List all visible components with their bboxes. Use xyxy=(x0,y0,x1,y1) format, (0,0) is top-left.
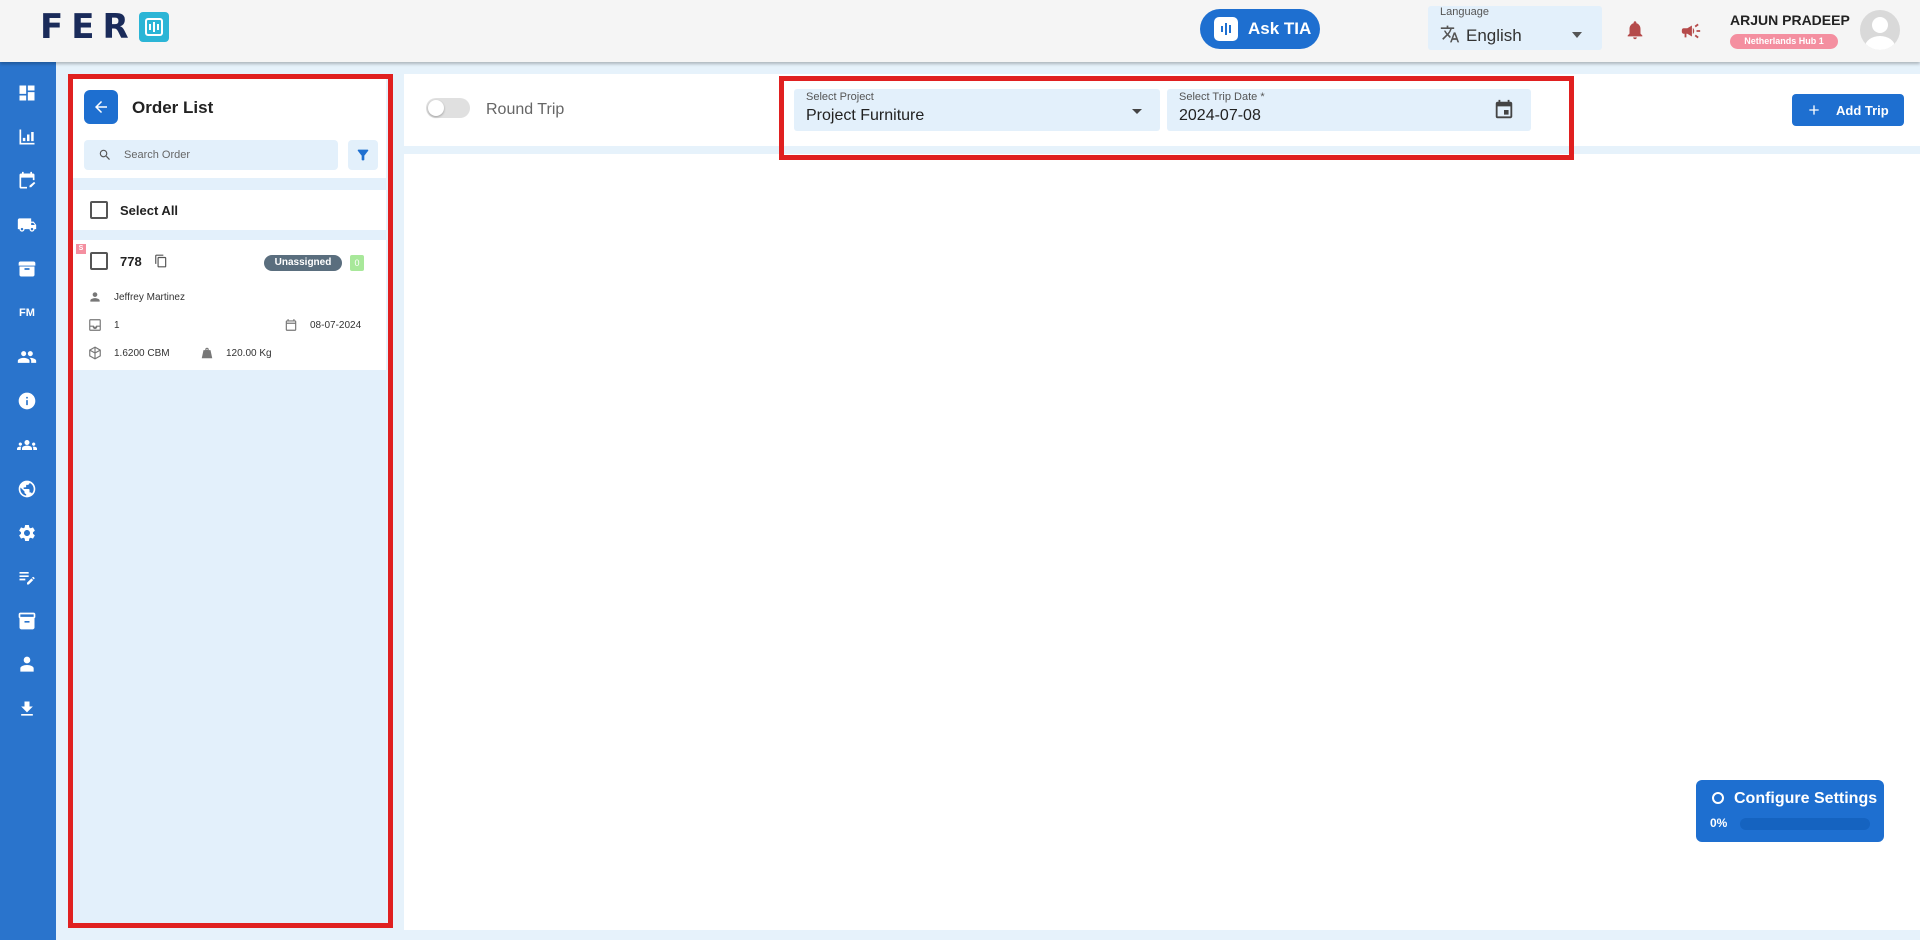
round-trip-toggle[interactable] xyxy=(426,98,470,118)
megaphone-icon[interactable] xyxy=(1678,20,1704,42)
add-trip-button[interactable]: Add Trip xyxy=(1792,94,1904,126)
archive-icon[interactable] xyxy=(16,258,38,280)
select-project-dropdown[interactable]: Select Project Project Furniture xyxy=(794,89,1160,131)
truck-icon[interactable] xyxy=(16,214,38,236)
add-trip-label: Add Trip xyxy=(1836,102,1889,118)
analytics-icon[interactable] xyxy=(16,126,38,148)
filter-button[interactable] xyxy=(348,140,378,170)
avatar[interactable] xyxy=(1860,10,1900,50)
tia-voice-icon xyxy=(1214,17,1238,41)
fm-nav-item[interactable]: FM xyxy=(16,302,38,324)
circle-icon xyxy=(1712,792,1724,804)
groups-icon[interactable] xyxy=(16,434,38,456)
dashboard-icon[interactable] xyxy=(16,82,38,104)
info-icon[interactable] xyxy=(16,390,38,412)
person-icon xyxy=(88,290,102,304)
ask-tia-button[interactable]: Ask TIA xyxy=(1200,9,1320,49)
configure-settings-widget[interactable]: Configure Settings 0% xyxy=(1696,780,1884,842)
inbox-icon xyxy=(88,318,102,332)
language-label: Language xyxy=(1440,6,1489,18)
top-header: FER Ask TIA Language English ARJUN PRADE… xyxy=(0,0,1920,62)
customer-name: Jeffrey Martinez xyxy=(114,292,185,303)
settings-icon[interactable] xyxy=(16,522,38,544)
copy-icon[interactable] xyxy=(154,254,168,273)
language-select[interactable]: Language English xyxy=(1428,6,1602,50)
order-id: 778 xyxy=(120,254,142,269)
calendar-edit-icon[interactable] xyxy=(16,170,38,192)
plus-icon xyxy=(1809,105,1819,115)
calendar-icon[interactable] xyxy=(1493,99,1515,126)
ask-tia-label: Ask TIA xyxy=(1248,19,1312,38)
order-checkbox[interactable] xyxy=(90,252,108,270)
order-volume: 1.6200 CBM xyxy=(114,348,170,359)
calendar-icon xyxy=(284,318,298,332)
order-list-title: Order List xyxy=(132,98,214,117)
side-nav: FM xyxy=(0,62,56,940)
logo-o-icon xyxy=(138,12,169,42)
user-name: ARJUN PRADEEP xyxy=(1730,12,1850,28)
search-icon xyxy=(98,148,112,167)
hub-badge: Netherlands Hub 1 xyxy=(1730,34,1838,49)
download-icon[interactable] xyxy=(16,698,38,720)
progress-percent: 0% xyxy=(1710,816,1728,830)
support-icon[interactable] xyxy=(16,478,38,500)
select-all-checkbox[interactable] xyxy=(90,201,108,219)
weight-icon xyxy=(200,346,214,360)
select-all-row[interactable]: Select All xyxy=(72,190,386,230)
order-quantity: 1 xyxy=(114,320,120,331)
inventory-icon[interactable] xyxy=(16,610,38,632)
count-badge: 0 xyxy=(350,255,364,271)
search-order-field[interactable] xyxy=(84,140,338,170)
trip-date-label: Select Trip Date * xyxy=(1179,91,1265,103)
status-badge: Unassigned xyxy=(264,255,342,271)
search-order-input[interactable] xyxy=(124,140,324,170)
order-weight: 120.00 Kg xyxy=(226,348,272,359)
edit-note-icon[interactable] xyxy=(16,566,38,588)
trip-date-field[interactable]: Select Trip Date * 2024-07-08 xyxy=(1167,89,1531,131)
logo-text: FER xyxy=(40,7,137,47)
bell-icon[interactable] xyxy=(1624,18,1646,42)
order-date: 08-07-2024 xyxy=(310,320,362,331)
trip-content-area xyxy=(404,154,1920,930)
select-project-label: Select Project xyxy=(806,91,874,103)
trip-date-value: 2024-07-08 xyxy=(1179,107,1261,124)
trip-toolbar: Round Trip Select Project Project Furnit… xyxy=(404,74,1920,146)
order-tag-badge: S xyxy=(76,244,86,254)
select-all-label: Select All xyxy=(120,203,179,218)
order-card[interactable]: S 778 Unassigned 0 Jeffrey Martinez 1 08… xyxy=(72,240,386,370)
select-project-value: Project Furniture xyxy=(806,107,925,124)
configure-settings-title: Configure Settings xyxy=(1734,790,1878,807)
language-value: English xyxy=(1466,26,1522,45)
chevron-down-icon xyxy=(1132,109,1142,114)
chevron-down-icon xyxy=(1572,32,1582,38)
admin-icon[interactable] xyxy=(16,654,38,676)
people-icon[interactable] xyxy=(16,346,38,368)
fero-logo[interactable]: FER xyxy=(40,7,169,47)
order-list-header: Order List xyxy=(72,76,386,178)
cube-icon xyxy=(88,346,102,360)
translate-icon xyxy=(1440,24,1460,49)
order-list-panel: Order List Select All S 778 Unassigned 0… xyxy=(72,76,386,924)
round-trip-label: Round Trip xyxy=(486,101,565,118)
filter-icon xyxy=(357,149,369,161)
back-button[interactable] xyxy=(84,90,118,124)
arrow-back-icon xyxy=(95,101,107,113)
progress-bar xyxy=(1740,818,1870,830)
